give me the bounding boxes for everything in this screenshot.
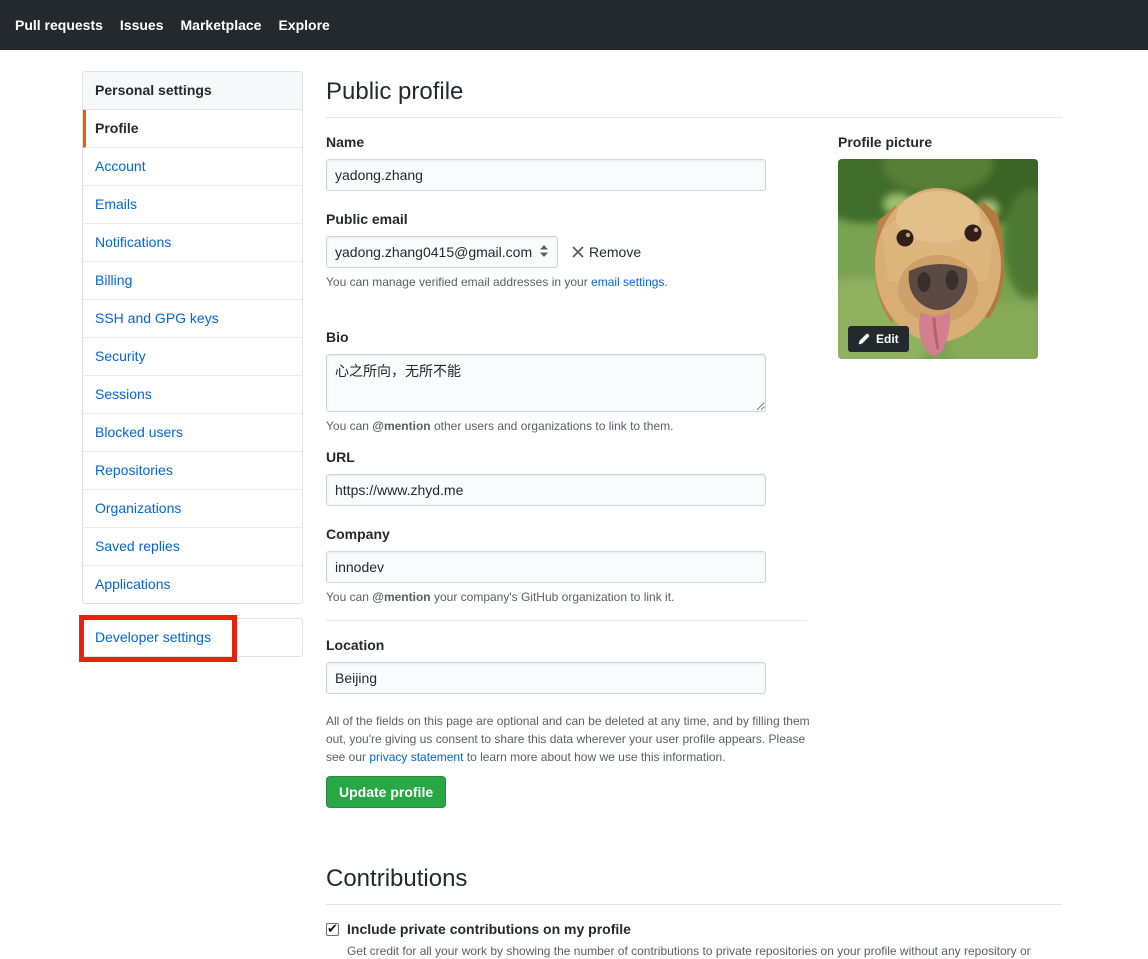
name-group: Name xyxy=(326,134,807,191)
edit-avatar-button[interactable]: Edit xyxy=(848,326,909,352)
pencil-icon xyxy=(858,333,870,345)
page-container: Personal settings Profile Account Emails… xyxy=(82,50,1062,959)
sidebar-item-blocked-users[interactable]: Blocked users xyxy=(83,414,302,452)
private-contributions-checkbox[interactable]: ✔ xyxy=(326,923,339,936)
sidebar-item-security[interactable]: Security xyxy=(83,338,302,376)
sidebar-item-profile[interactable]: Profile xyxy=(83,110,302,148)
url-group: URL xyxy=(326,449,807,506)
sidebar-item-repositories[interactable]: Repositories xyxy=(83,452,302,490)
form-divider xyxy=(326,620,807,621)
remove-email-button[interactable]: Remove xyxy=(572,244,641,260)
name-label: Name xyxy=(326,134,807,151)
update-profile-button[interactable]: Update profile xyxy=(326,776,446,808)
url-label: URL xyxy=(326,449,807,466)
nav-explore[interactable]: Explore xyxy=(278,17,329,33)
edit-avatar-label: Edit xyxy=(876,332,899,346)
sidebar-item-account[interactable]: Account xyxy=(83,148,302,186)
name-input[interactable] xyxy=(326,159,766,191)
bio-label: Bio xyxy=(326,329,807,346)
public-email-label: Public email xyxy=(326,211,807,228)
select-updown-icon xyxy=(539,244,549,261)
profile-picture-label: Profile picture xyxy=(838,134,1038,151)
personal-settings-menu: Personal settings Profile Account Emails… xyxy=(82,71,303,604)
public-email-group: Public email yadong.zhang0415@gmail.com … xyxy=(326,211,807,291)
x-icon xyxy=(572,246,584,258)
nav-pull-requests[interactable]: Pull requests xyxy=(15,17,103,33)
privacy-note: All of the fields on this page are optio… xyxy=(326,712,818,766)
profile-picture-section: Profile picture xyxy=(838,134,1038,359)
company-help-text: You can @mention your company's GitHub o… xyxy=(326,589,807,606)
sidebar-item-notifications[interactable]: Notifications xyxy=(83,224,302,262)
profile-form: Name Public email yadong.zhang0415@gmail… xyxy=(326,134,807,808)
nav-marketplace[interactable]: Marketplace xyxy=(181,17,262,33)
public-email-selected-value: yadong.zhang0415@gmail.com xyxy=(335,244,532,260)
company-group: Company You can @mention your company's … xyxy=(326,526,807,606)
private-contributions-label[interactable]: Include private contributions on my prof… xyxy=(347,921,1031,938)
sidebar-item-ssh-gpg-keys[interactable]: SSH and GPG keys xyxy=(83,300,302,338)
check-icon: ✔ xyxy=(327,921,338,937)
private-contributions-description: Get credit for all your work by showing … xyxy=(347,943,1031,959)
company-input[interactable] xyxy=(326,551,766,583)
sidebar-item-billing[interactable]: Billing xyxy=(83,262,302,300)
location-input[interactable] xyxy=(326,662,766,694)
page-title: Public profile xyxy=(326,71,1062,118)
public-email-select[interactable]: yadong.zhang0415@gmail.com xyxy=(326,236,558,268)
contributions-title: Contributions xyxy=(326,864,1062,905)
sidebar-item-organizations[interactable]: Organizations xyxy=(83,490,302,528)
sidebar-item-emails[interactable]: Emails xyxy=(83,186,302,224)
contributions-section: Contributions ✔ Include private contribu… xyxy=(326,864,1062,959)
sidebar-item-applications[interactable]: Applications xyxy=(83,566,302,603)
location-label: Location xyxy=(326,637,807,654)
sidebar-item-saved-replies[interactable]: Saved replies xyxy=(83,528,302,566)
remove-email-label: Remove xyxy=(589,244,641,260)
bio-group: Bio 心之所向，无所不能 You can @mention other use… xyxy=(326,329,807,435)
company-label: Company xyxy=(326,526,807,543)
url-input[interactable] xyxy=(326,474,766,506)
top-navbar: Pull requests Issues Marketplace Explore xyxy=(0,0,1148,50)
email-settings-link[interactable]: email settings xyxy=(591,275,664,289)
location-group: Location xyxy=(326,637,807,694)
email-help-text: You can manage verified email addresses … xyxy=(326,274,807,291)
developer-settings-box: Developer settings xyxy=(82,618,303,657)
privacy-statement-link[interactable]: privacy statement xyxy=(369,750,463,764)
nav-issues[interactable]: Issues xyxy=(120,17,164,33)
avatar-image[interactable]: Edit xyxy=(838,159,1038,359)
main-content: Public profile Name Public email yadong.… xyxy=(326,71,1062,959)
sidebar-item-developer-settings[interactable]: Developer settings xyxy=(83,619,302,656)
bio-help-text: You can @mention other users and organiz… xyxy=(326,418,807,435)
bio-textarea[interactable]: 心之所向，无所不能 xyxy=(326,354,766,412)
sidebar-item-sessions[interactable]: Sessions xyxy=(83,376,302,414)
settings-sidebar: Personal settings Profile Account Emails… xyxy=(82,71,303,657)
sidebar-header: Personal settings xyxy=(83,72,302,110)
